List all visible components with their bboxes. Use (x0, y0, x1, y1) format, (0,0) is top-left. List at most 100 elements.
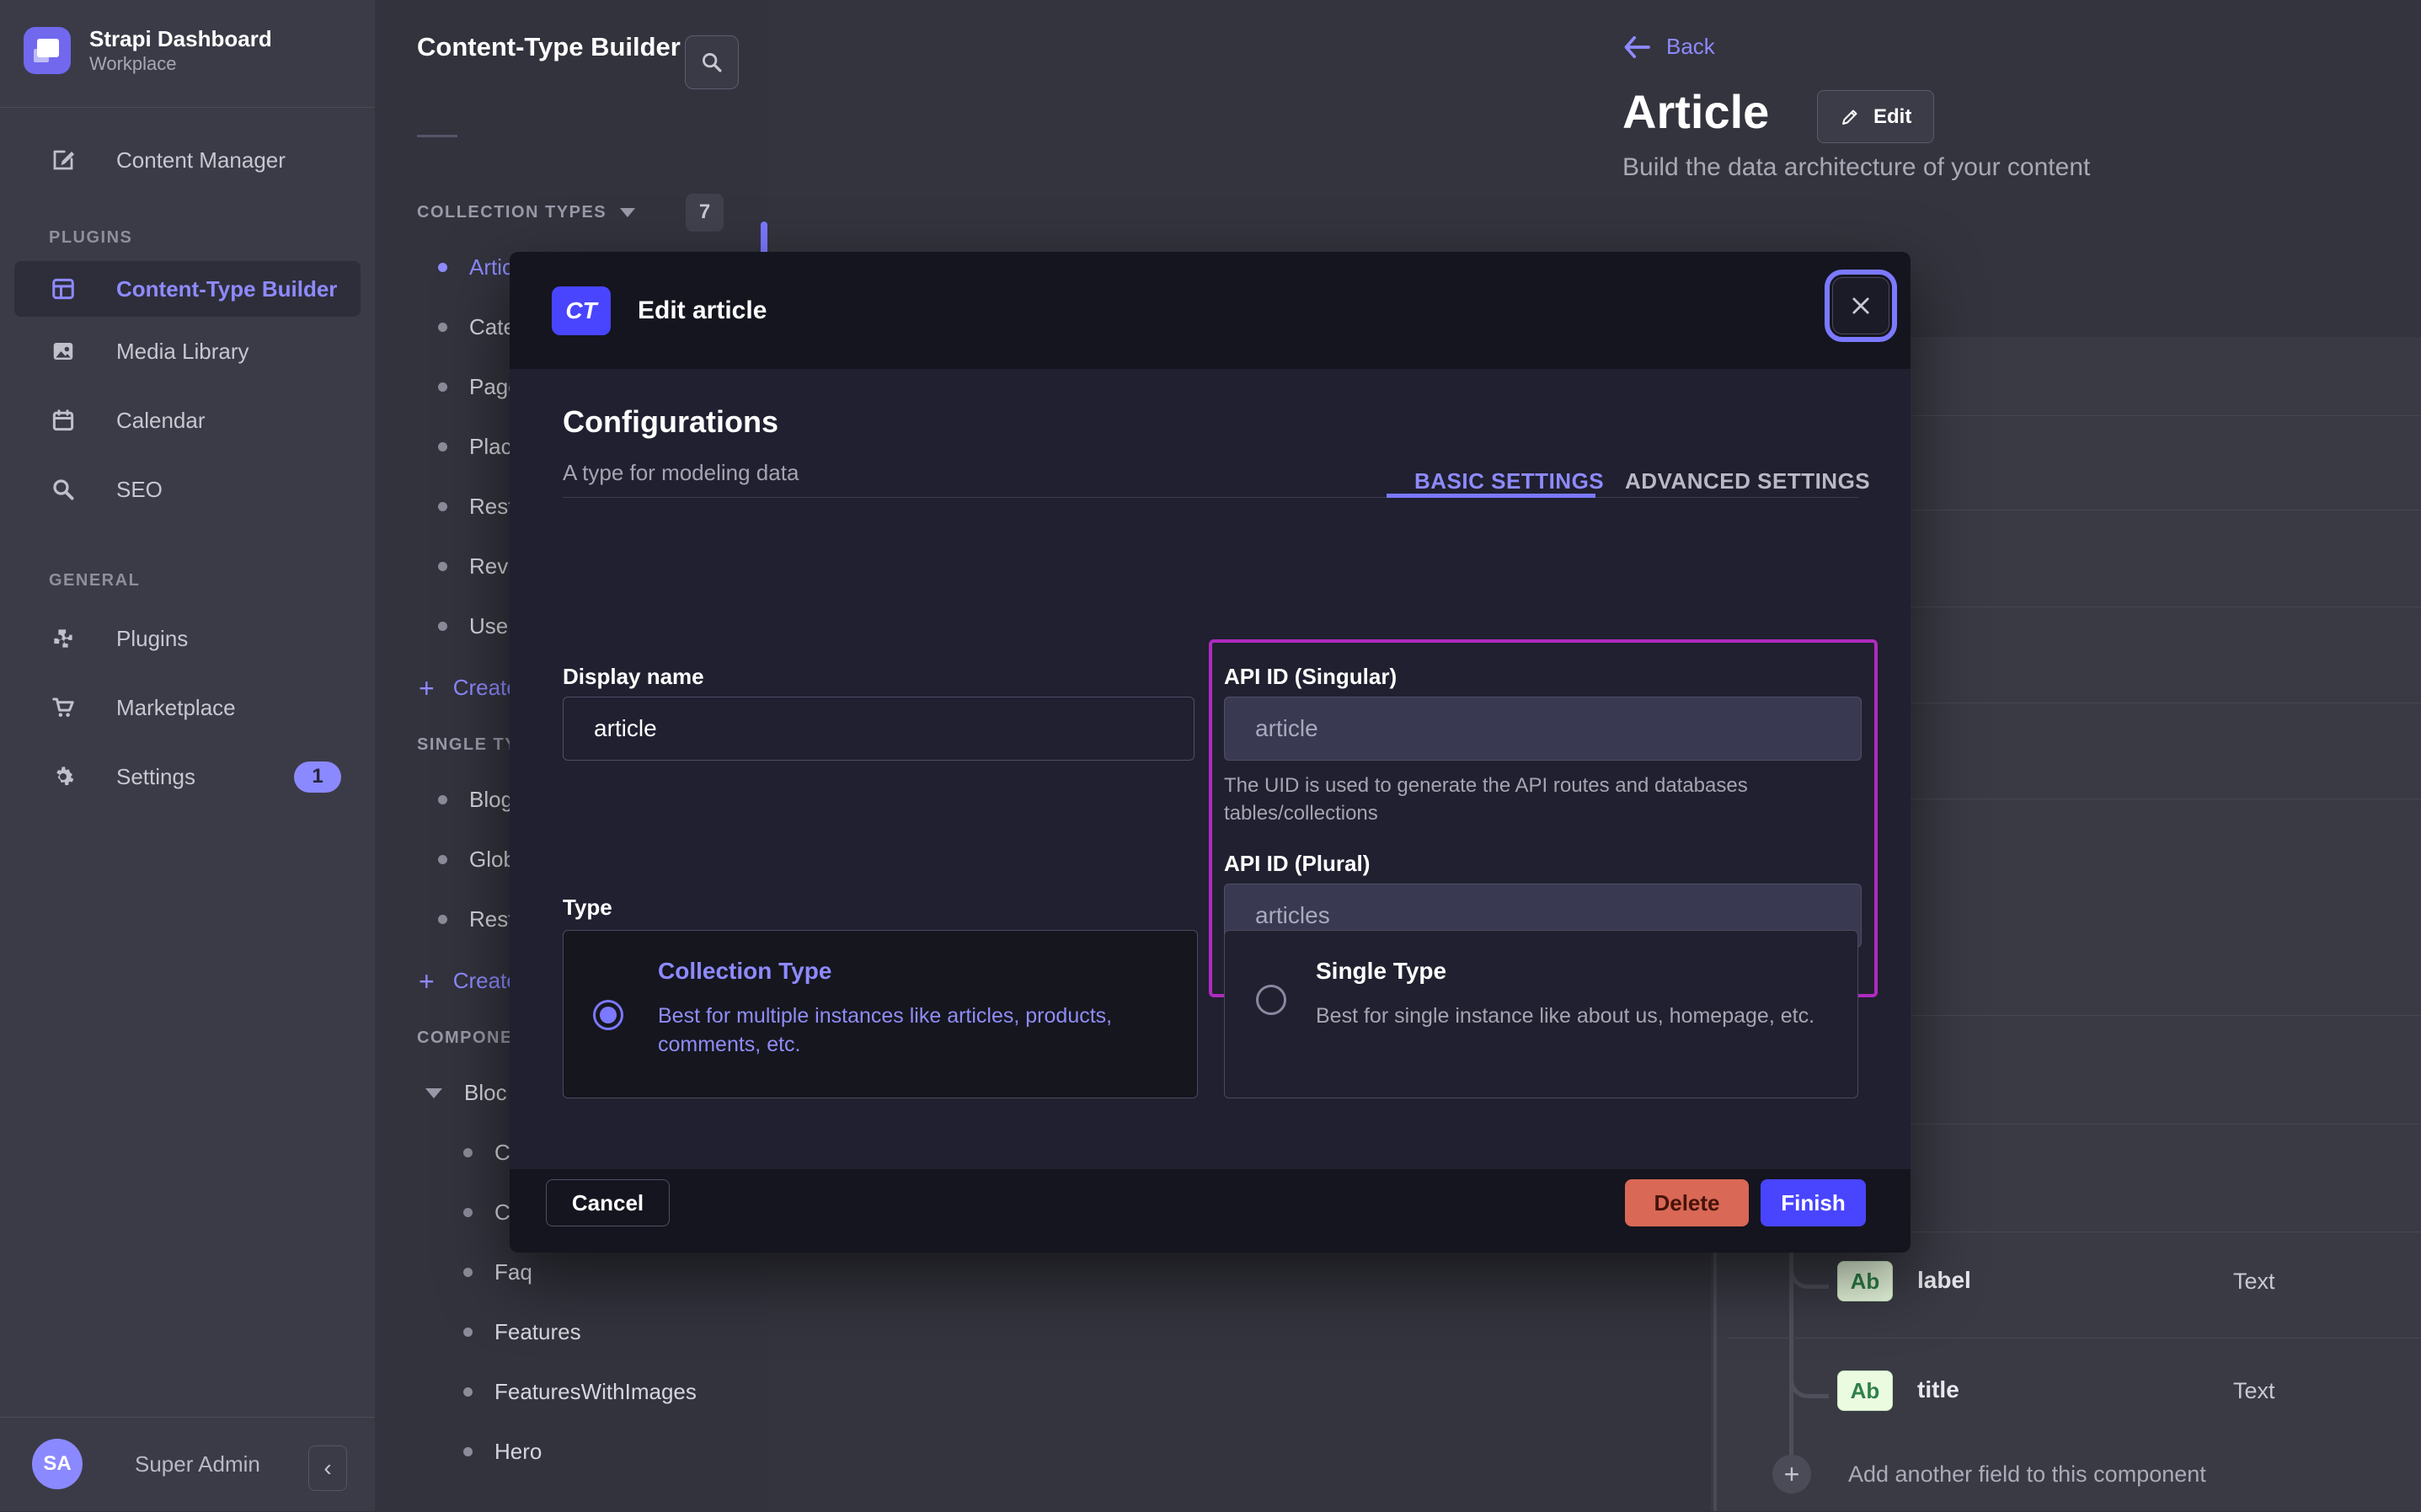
sidebar-item-seo[interactable]: SEO (0, 455, 375, 524)
bullet-icon (463, 1447, 473, 1456)
bullet-icon (438, 562, 447, 571)
pencil-icon (1840, 107, 1860, 127)
sidebar-item-content-type-builder[interactable]: Content-Type Builder (14, 261, 361, 317)
tab-advanced-settings[interactable]: ADVANCED SETTINGS (1625, 468, 1870, 494)
bullet-icon (438, 263, 447, 272)
sidebar-item-plugins[interactable]: Plugins (0, 604, 375, 673)
field-type: Text (2233, 1269, 2275, 1295)
back-label: Back (1666, 34, 1715, 60)
arrow-left-icon (1622, 35, 1651, 59)
collapse-sidebar-button[interactable]: ‹ (308, 1445, 347, 1491)
search-button[interactable] (685, 35, 739, 89)
sidebar-item-media-library[interactable]: Media Library (0, 317, 375, 386)
panel-item-hero[interactable]: Hero (375, 1422, 767, 1482)
panel-section-header-label: COMPONE (417, 1028, 513, 1048)
single-type-desc: Best for single instance like about us, … (1316, 1002, 1838, 1030)
bullet-icon (463, 1148, 473, 1157)
app-sidebar: Strapi Dashboard Workplace Content Manag… (0, 0, 375, 1511)
bullet-icon (438, 502, 447, 511)
radio-single-type[interactable] (1256, 985, 1286, 1015)
panel-item-label: FeaturesWithImages (494, 1379, 697, 1405)
panel-item-label: Plac (469, 434, 512, 460)
page-title: Article (1622, 84, 1769, 139)
sidebar-item-label: Settings (116, 764, 195, 790)
single-type-option[interactable]: Single Type Best for single instance lik… (1224, 930, 1858, 1098)
panel-title: Content-Type Builder (417, 29, 687, 66)
user-name: Super Admin (135, 1451, 260, 1477)
cart-icon (51, 695, 76, 720)
panel-item-label: Faq (494, 1259, 532, 1285)
modal-header: CT Edit article (510, 252, 1911, 369)
divider (0, 107, 375, 108)
modal-body: Configurations A type for modeling data … (510, 369, 1911, 1169)
cancel-button[interactable]: Cancel (546, 1179, 670, 1226)
close-button[interactable] (1832, 277, 1889, 334)
image-icon (51, 339, 76, 364)
bullet-icon (438, 795, 447, 804)
sidebar-item-label: Calendar (116, 408, 206, 434)
sidebar-item-label: SEO (116, 477, 163, 503)
panel-section-header-label: SINGLE TY (417, 735, 517, 755)
collection-type-title: Collection Type (658, 958, 831, 985)
panel-section-header[interactable]: COLLECTION TYPES7 (375, 187, 767, 238)
bullet-icon (463, 1387, 473, 1397)
panel-item-label: Blog (469, 787, 513, 813)
panel-item-features[interactable]: Features (375, 1302, 767, 1362)
notifications-badge: 1 (294, 761, 341, 793)
panel-item-label: Cate (469, 314, 516, 340)
edit-button[interactable]: Edit (1817, 90, 1934, 143)
text-field-type-badge: Ab (1837, 1261, 1893, 1301)
sidebar-item-label: Media Library (116, 339, 249, 365)
nav-section-header: PLUGINS (49, 228, 375, 248)
bullet-icon (438, 915, 447, 924)
plus-circle-icon[interactable]: + (1772, 1455, 1811, 1493)
strapi-logo-icon (24, 27, 71, 74)
bullet-icon (438, 855, 447, 864)
edit-article-modal: CT Edit article Configurations A type fo… (510, 252, 1911, 1253)
field-name: label (1917, 1267, 1971, 1294)
divider (417, 135, 457, 137)
bullet-icon (438, 442, 447, 451)
close-icon (1849, 294, 1873, 318)
search-icon (51, 477, 76, 502)
sidebar-item-settings[interactable]: Settings 1 (0, 742, 375, 811)
brand: Strapi Dashboard Workplace (24, 25, 272, 76)
text-field-type-badge: Ab (1837, 1370, 1893, 1411)
panel-item-label: Rest (469, 906, 514, 932)
panel-item-label: Revi (469, 553, 513, 580)
sidebar-item-label: Content-Type Builder (116, 276, 337, 302)
api-id-singular-input[interactable]: article (1224, 697, 1862, 761)
add-field-to-component-row[interactable]: + Add another field to this component (1772, 1455, 2206, 1493)
bullet-icon (463, 1328, 473, 1337)
search-icon (700, 51, 724, 74)
sidebar-item-content-manager[interactable]: Content Manager (0, 139, 375, 181)
edit-label: Edit (1873, 105, 1911, 129)
chevron-down-icon (620, 208, 635, 217)
panel-item-label: User (469, 613, 516, 639)
plus-icon: + (419, 968, 435, 995)
display-name-input[interactable]: article (563, 697, 1194, 761)
avatar[interactable]: SA (32, 1439, 83, 1489)
sidebar-item-label: Content Manager (116, 147, 286, 174)
caret-down-icon (425, 1088, 442, 1098)
main-nav: Content Manager PLUGINS Content-Type Build… (0, 118, 375, 811)
sidebar-item-calendar[interactable]: Calendar (0, 386, 375, 455)
panel-item-label: Bloc (464, 1080, 507, 1106)
bullet-icon (438, 382, 447, 392)
configurations-title: Configurations (563, 404, 778, 440)
back-link[interactable]: Back (1622, 34, 1715, 60)
finish-button[interactable]: Finish (1761, 1179, 1866, 1226)
modal-footer: Cancel Delete Finish (510, 1169, 1911, 1253)
collection-type-option[interactable]: Collection Type Best for multiple instan… (563, 930, 1198, 1098)
tab-basic-settings[interactable]: BASIC SETTINGS (1414, 468, 1604, 494)
radio-collection-type[interactable] (593, 1000, 623, 1030)
delete-button[interactable]: Delete (1625, 1179, 1749, 1226)
display-name-label: Display name (563, 664, 704, 690)
workspace-label: Workplace (89, 52, 272, 76)
panel-item-featureswithimages[interactable]: FeaturesWithImages (375, 1362, 767, 1422)
api-id-singular-help: The UID is used to generate the API rout… (1224, 772, 1780, 827)
collection-type-desc: Best for multiple instances like article… (658, 1002, 1180, 1059)
sidebar-item-marketplace[interactable]: Marketplace (0, 673, 375, 742)
bullet-icon (463, 1208, 473, 1217)
sidebar-item-label: Marketplace (116, 695, 236, 721)
